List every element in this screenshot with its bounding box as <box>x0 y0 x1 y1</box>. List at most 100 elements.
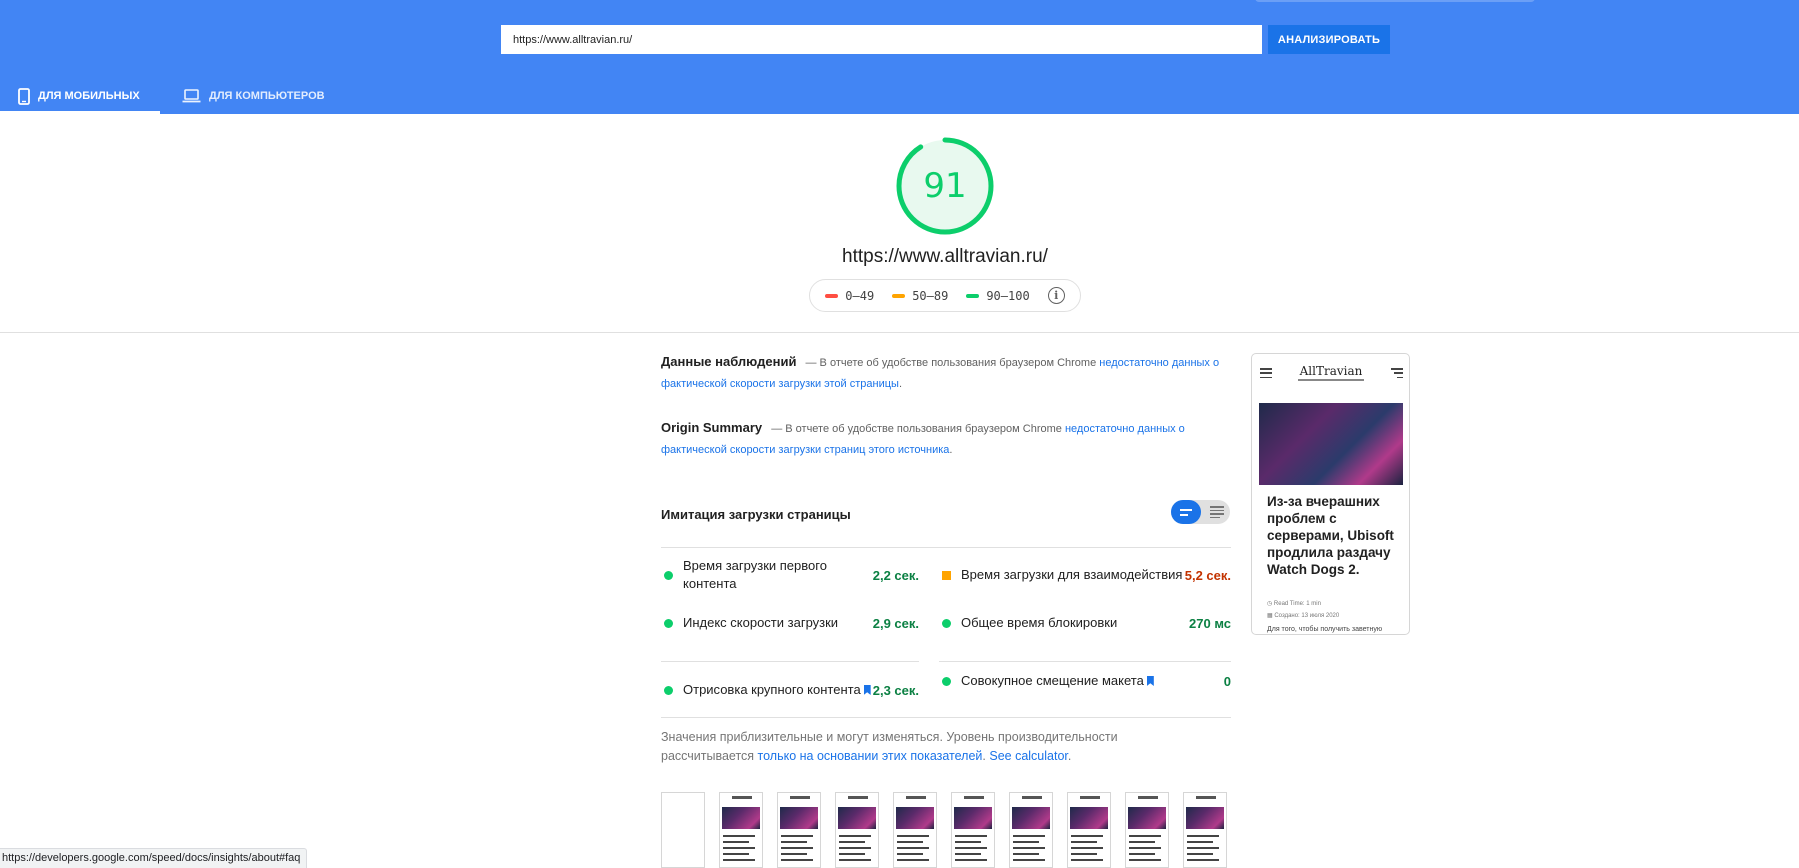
preview-article-image <box>1259 403 1403 485</box>
filmstrip <box>661 792 1231 868</box>
frame-text-line <box>839 835 871 837</box>
tab-mobile-label: ДЛЯ МОБИЛЬНЫХ <box>38 90 140 102</box>
tab-desktop[interactable]: ДЛЯ КОМПЬЮТЕРОВ <box>182 78 325 114</box>
field-data-end: . <box>898 378 903 390</box>
filmstrip-frame <box>835 792 879 868</box>
frame-text-line <box>1013 859 1045 861</box>
metric-divider <box>661 717 1231 718</box>
metric-divider <box>661 661 919 662</box>
metric-value: 2,9 сек. <box>872 615 919 631</box>
frame-text-line <box>781 847 813 849</box>
frame-logo <box>1196 796 1216 799</box>
frame-logo <box>790 796 810 799</box>
laptop-icon <box>182 89 201 103</box>
metric-name: Отрисовка крупного контента <box>683 681 873 699</box>
filmstrip-frame <box>1009 792 1053 868</box>
frame-text-line <box>781 859 813 861</box>
origin-summary-end: . <box>949 444 953 456</box>
filmstrip-frame <box>1183 792 1227 868</box>
metric-value: 2,3 сек. <box>872 682 919 698</box>
metric-speed-index[interactable]: Индекс скорости загрузки 2,9 сек. <box>661 603 919 643</box>
frame-text-line <box>1187 859 1219 861</box>
preview-logo: AllTravian <box>1299 364 1363 378</box>
frame-logo <box>848 796 868 799</box>
metric-cls[interactable]: Совокупное смещение макета 0 <box>939 661 1231 701</box>
frame-text-line <box>1071 859 1103 861</box>
info-icon[interactable]: i <box>1047 287 1065 304</box>
frame-text-line <box>781 853 807 855</box>
frame-text-line <box>897 847 929 849</box>
legend-bar-pass <box>966 293 980 298</box>
performance-score: 91 <box>923 166 967 206</box>
expanded-view-icon[interactable] <box>1203 500 1230 524</box>
legend-item-average: 50–89 <box>892 289 948 303</box>
frame-text-line <box>1129 841 1155 843</box>
frame-text-line <box>723 847 755 849</box>
frame-image <box>1128 807 1166 829</box>
metric-status-average-icon <box>942 570 951 580</box>
analyze-button[interactable]: АНАЛИЗИРОВАТЬ <box>1268 25 1390 54</box>
frame-text-line <box>839 859 871 861</box>
frame-text-line <box>1071 853 1097 855</box>
frame-text-line <box>897 853 923 855</box>
tab-mobile[interactable]: ДЛЯ МОБИЛЬНЫХ <box>18 78 140 114</box>
section-divider <box>0 332 1799 333</box>
metrics-note-end: . <box>1067 749 1072 763</box>
legend-bar-fail <box>825 293 839 298</box>
legend-item-fail: 0–49 <box>825 289 874 303</box>
preview-read-time: ◷ Read Time: 1 min <box>1267 601 1321 607</box>
bookmark-icon <box>1146 676 1154 686</box>
frame-text-line <box>1187 847 1219 849</box>
frame-logo <box>1080 796 1100 799</box>
frame-text-line <box>1129 859 1161 861</box>
calculator-link[interactable]: See calculator <box>989 749 1068 763</box>
frame-text-line <box>1129 847 1161 849</box>
frame-image <box>780 807 818 829</box>
phone-icon <box>18 87 30 105</box>
frame-text-line <box>781 835 813 837</box>
frame-logo <box>732 796 752 799</box>
frame-image <box>838 807 876 829</box>
compact-view-icon[interactable] <box>1171 500 1201 524</box>
frame-text-line <box>723 841 749 843</box>
metrics-note: Значения приблизительные и могут изменят… <box>661 728 1181 766</box>
metric-status-good-icon <box>664 570 673 580</box>
frame-text-line <box>955 835 987 837</box>
frame-image <box>722 807 760 829</box>
metric-lcp[interactable]: Отрисовка крупного контента 2,3 сек. <box>661 670 919 710</box>
frame-text-line <box>1187 853 1213 855</box>
metric-fcp[interactable]: Время загрузки первого контента 2,2 сек. <box>661 555 919 595</box>
metric-name: Индекс скорости загрузки <box>683 615 839 630</box>
lab-data-title: Имитация загрузки страницы <box>661 507 851 522</box>
metric-name: Совокупное смещение макета <box>961 672 1224 690</box>
frame-text-line <box>723 835 755 837</box>
frame-text-line <box>1071 841 1097 843</box>
hamburger-menu-icon <box>1260 368 1272 378</box>
metrics-view-toggle[interactable] <box>1171 500 1230 524</box>
metric-status-good-icon <box>942 618 951 628</box>
frame-text-line <box>897 835 929 837</box>
frame-text-line <box>955 847 987 849</box>
frame-text-line <box>839 847 871 849</box>
frame-logo <box>906 796 926 799</box>
preview-created-text: Создано: 13 июля 2020 <box>1274 613 1340 619</box>
url-input[interactable] <box>501 25 1262 54</box>
preview-created: ▦ Создано: 13 июля 2020 <box>1267 613 1340 619</box>
field-data-title: Данные наблюдений <box>661 354 797 369</box>
frame-image <box>896 807 934 829</box>
frame-text-line <box>1129 835 1161 837</box>
metric-name: Общее время блокировки <box>961 615 1118 630</box>
metric-tbt[interactable]: Общее время блокировки 270 мс <box>939 603 1231 643</box>
metrics-note-link[interactable]: только на основании этих показателей <box>758 749 983 763</box>
frame-text-line <box>839 853 865 855</box>
frame-text-line <box>897 841 923 843</box>
final-screenshot: AllTravian Из-за вчерашних проблем с сер… <box>1251 353 1410 635</box>
legend-range-average: 50–89 <box>912 288 949 303</box>
metric-tti[interactable]: Время загрузки для взаимодействия 5,2 се… <box>939 555 1231 595</box>
legend-range-pass: 90–100 <box>986 288 1030 303</box>
metric-status-good-icon <box>664 618 673 628</box>
frame-text-line <box>1187 835 1219 837</box>
frame-image <box>1186 807 1224 829</box>
metric-value: 2,2 сек. <box>872 567 919 583</box>
score-legend: 0–49 50–89 90–100 i <box>809 279 1081 312</box>
